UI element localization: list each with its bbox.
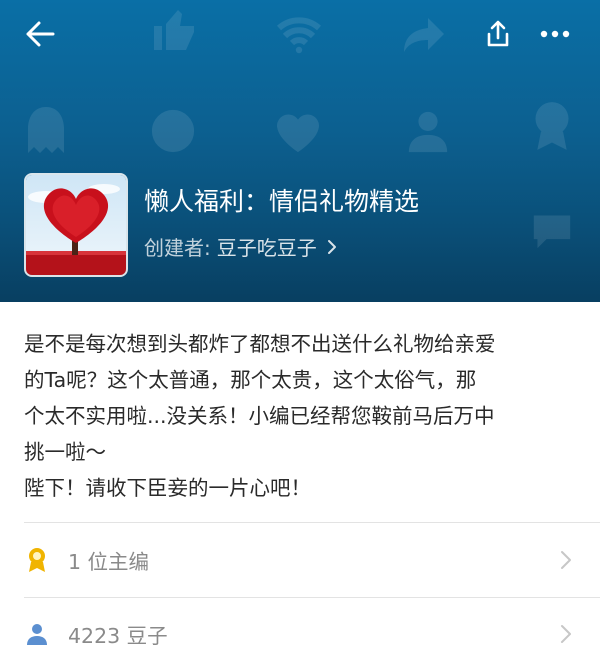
ghost-icon	[28, 107, 64, 153]
description-line: 的Ta呢？这个太普通，那个太贵，这个太俗气，那	[24, 368, 477, 392]
collection-cover-image	[24, 173, 128, 277]
creator-label: 创建者:	[144, 236, 211, 260]
description-line: 陛下！请收下臣妾的一片心吧！	[24, 476, 311, 500]
editors-count: 1 位主编	[68, 550, 150, 574]
back-arrow-icon	[26, 21, 55, 47]
collection-title: 懒人福利：情侣礼物精选	[144, 187, 420, 216]
award-icon	[535, 102, 569, 150]
share-button[interactable]	[478, 14, 518, 54]
creator-name[interactable]: 豆子吃豆子	[217, 232, 317, 261]
chevron-right-icon	[560, 624, 572, 644]
forward-icon	[404, 18, 444, 52]
person-icon	[408, 111, 448, 153]
description-line: 挑一啦～	[24, 440, 106, 464]
chevron-right-icon	[560, 550, 572, 570]
items-count: 4223 豆子	[68, 624, 168, 648]
thumbs-up-icon	[154, 10, 194, 50]
collection-description: 是不是每次想到头都炸了都想不出送什么礼物给亲爱 的Ta呢？这个太普通，那个太贵，…	[24, 326, 584, 506]
heart-tree-image	[26, 175, 126, 275]
description-line: 是不是每次想到头都炸了都想不出送什么礼物给亲爱	[24, 332, 496, 356]
items-row[interactable]: 4223 豆子	[0, 597, 600, 670]
badge-icon	[151, 109, 195, 153]
editors-row[interactable]: 1 位主编	[0, 523, 600, 597]
wifi-icon	[277, 17, 321, 54]
heart-icon	[277, 114, 319, 153]
back-button[interactable]	[20, 14, 60, 54]
user-icon	[26, 621, 48, 647]
chat-icon	[533, 215, 571, 249]
collection-header: 懒人福利：情侣礼物精选 创建者: 豆子吃豆子	[0, 0, 600, 302]
share-icon	[487, 20, 509, 47]
more-icon	[540, 30, 570, 38]
medal-icon	[26, 547, 48, 573]
description-line: 个太不实用啦...没关系！小编已经帮您鞍前马后万中	[24, 404, 495, 428]
more-button[interactable]	[535, 14, 575, 54]
chevron-right-icon	[327, 239, 337, 255]
creator-link[interactable]: 创建者: 豆子吃豆子	[144, 232, 337, 261]
